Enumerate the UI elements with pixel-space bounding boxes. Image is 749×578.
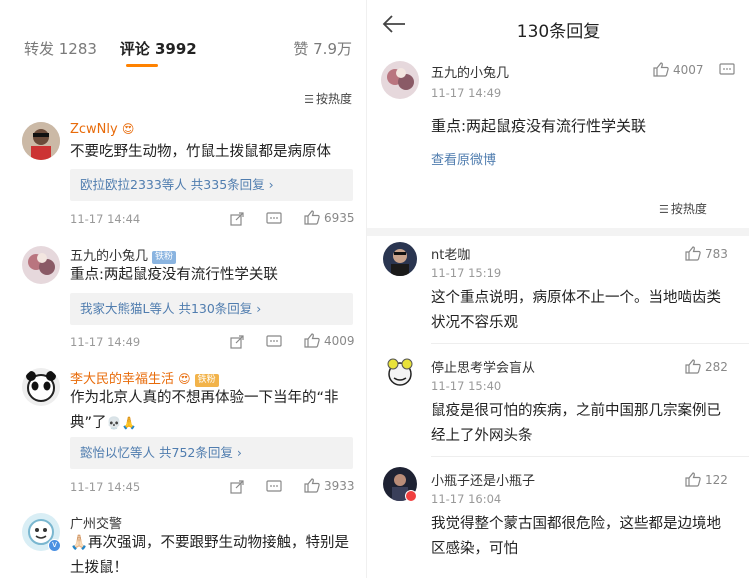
view-original-link[interactable]: 查看原微博 bbox=[431, 149, 496, 168]
reply-time: 11-17 15:40 bbox=[431, 379, 502, 393]
sort-icon: ☰ bbox=[659, 203, 669, 216]
thumbs-up-icon bbox=[685, 472, 701, 487]
replies-panel: 130条回复 五九的小兔几 11-17 14:49 4007 重点:两起鼠疫没有… bbox=[366, 0, 749, 578]
verified-badge-icon: v bbox=[48, 539, 61, 552]
like-button[interactable]: 3933 bbox=[304, 478, 355, 494]
chevron-right-icon: › bbox=[256, 301, 262, 316]
thumbs-up-icon bbox=[685, 246, 701, 261]
avatar-image bbox=[22, 122, 60, 160]
avatar[interactable] bbox=[383, 354, 417, 388]
comment-text: 重点:两起鼠疫没有流行性学关联 bbox=[70, 267, 278, 283]
heart-eyes-emoji-icon: 😍 bbox=[178, 372, 191, 386]
skull-emoji-icon: 💀 bbox=[106, 416, 122, 430]
reply-text: 鼠疫是很可怕的疾病，之前中国那几宗案例已 经上了外网头条 bbox=[431, 403, 721, 444]
share-button[interactable] bbox=[230, 479, 244, 495]
heart-eyes-emoji-icon: 😍 bbox=[121, 122, 135, 136]
comment-time: 11-17 14:44 bbox=[70, 212, 141, 226]
reply-username[interactable]: nt老咖 bbox=[431, 244, 470, 263]
thumbs-up-icon bbox=[304, 478, 320, 493]
tab-comments[interactable]: 评论 3992 bbox=[120, 38, 197, 59]
avatar-image bbox=[383, 354, 417, 388]
comment-time: 11-17 14:49 bbox=[431, 86, 502, 100]
comment-text: 不要吃野生动物，竹鼠土拨鼠都是病原体 bbox=[70, 144, 331, 160]
reply-username[interactable]: 停止思考学会盲从 bbox=[431, 357, 535, 376]
avatar[interactable] bbox=[22, 368, 60, 406]
thumbs-up-icon bbox=[653, 62, 669, 77]
reply-users-link[interactable]: 懿怡以忆等人 bbox=[80, 445, 155, 460]
like-button[interactable]: 6935 bbox=[304, 210, 355, 226]
tab-reposts[interactable]: 转发 1283 bbox=[24, 38, 97, 59]
avatar[interactable] bbox=[22, 122, 60, 160]
comment-button[interactable] bbox=[266, 211, 282, 227]
comment-tabs: 转发 1283 评论 3992 bbox=[24, 38, 215, 59]
chevron-right-icon: › bbox=[236, 445, 242, 460]
reply-users-link[interactable]: 欧拉欧拉2333等人 bbox=[80, 177, 187, 192]
comment-time: 11-17 14:49 bbox=[70, 335, 141, 349]
share-icon bbox=[230, 211, 244, 226]
avatar-image bbox=[381, 61, 419, 99]
reply-username[interactable]: 小瓶子还是小瓶子 bbox=[431, 470, 535, 489]
comments-panel: 转发 1283 评论 3992 赞 7.9万 ☰ 按热度 ZcwNly 😍 不要吃… bbox=[0, 0, 366, 578]
comment-time: 11-17 14:45 bbox=[70, 480, 141, 494]
avatar[interactable] bbox=[22, 246, 60, 284]
like-button[interactable]: 4007 bbox=[653, 62, 704, 78]
reply-count-link[interactable]: 共130条回复 bbox=[178, 301, 252, 316]
reply-separator bbox=[431, 343, 749, 344]
share-icon bbox=[230, 479, 244, 494]
reply-text: 这个重点说明，病原体不止一个。当地啮齿类 状况不容乐观 bbox=[431, 290, 721, 331]
avatar-image bbox=[383, 242, 417, 276]
comment-icon bbox=[719, 62, 735, 75]
reply-summary-box[interactable]: 我家大熊猫L等人 共130条回复 › bbox=[70, 293, 353, 325]
comment-icon bbox=[266, 334, 282, 347]
comment-icon bbox=[266, 211, 282, 224]
thumbs-up-icon bbox=[685, 359, 701, 374]
active-tab-indicator bbox=[126, 64, 158, 67]
comment-username[interactable]: 五九的小兔几 bbox=[431, 62, 509, 81]
share-icon bbox=[230, 334, 244, 349]
reply-time: 11-17 16:04 bbox=[431, 492, 502, 506]
sort-by-hot-button[interactable]: ☰ 按热度 bbox=[659, 200, 707, 217]
like-button[interactable]: 4009 bbox=[304, 333, 355, 349]
comment-text: 🙏🏻再次强调，不要跟野生动物接触，特别是 土拨鼠！ bbox=[70, 535, 350, 576]
share-button[interactable] bbox=[230, 334, 244, 350]
thumbs-up-icon bbox=[304, 210, 320, 225]
share-button[interactable] bbox=[230, 211, 244, 227]
reply-summary-box[interactable]: 欧拉欧拉2333等人 共335条回复 › bbox=[70, 169, 353, 201]
thumbs-up-icon bbox=[304, 333, 320, 348]
avatar[interactable] bbox=[381, 61, 419, 99]
reply-users-link[interactable]: 我家大熊猫L等人 bbox=[80, 301, 174, 316]
reply-count-link[interactable]: 共335条回复 bbox=[191, 177, 265, 192]
comment-username[interactable]: 李大民的幸福生活 😍 铁粉 bbox=[70, 368, 219, 387]
comment-text: 重点:两起鼠疫没有流行性学关联 bbox=[431, 117, 647, 135]
avatar-image bbox=[22, 246, 60, 284]
reply-count-link[interactable]: 共752条回复 bbox=[159, 445, 233, 460]
like-button[interactable]: 122 bbox=[685, 472, 728, 488]
reply-text: 我觉得整个蒙古国都很危险，这些都是边境地 区感染，可怕 bbox=[431, 516, 721, 557]
comment-username[interactable]: 广州交警 bbox=[70, 513, 122, 532]
page-title: 130条回复 bbox=[516, 22, 601, 42]
comment-username[interactable]: 五九的小兔几 铁粉 bbox=[70, 245, 177, 264]
chevron-right-icon: › bbox=[268, 177, 274, 192]
comment-button[interactable] bbox=[266, 479, 282, 495]
section-divider bbox=[367, 228, 749, 236]
reply-button[interactable] bbox=[719, 62, 735, 78]
comment-button[interactable] bbox=[266, 334, 282, 350]
sort-by-hot-button[interactable]: ☰ 按热度 bbox=[304, 90, 352, 107]
like-button[interactable]: 282 bbox=[685, 359, 728, 375]
reply-summary-box[interactable]: 懿怡以忆等人 共752条回复 › bbox=[70, 437, 353, 469]
comment-username[interactable]: ZcwNly 😍 bbox=[70, 122, 134, 137]
comment-text: 作为北京人真的不想再体验一下当年的“非 典”了💀🙏 bbox=[70, 390, 339, 431]
comment-icon bbox=[266, 479, 282, 492]
reply-time: 11-17 15:19 bbox=[431, 266, 502, 280]
sort-icon: ☰ bbox=[304, 93, 314, 106]
tab-likes[interactable]: 赞 7.9万 bbox=[293, 38, 352, 59]
avatar-image bbox=[22, 368, 60, 406]
like-button[interactable]: 783 bbox=[685, 246, 728, 262]
reply-separator bbox=[431, 456, 749, 457]
avatar[interactable] bbox=[383, 242, 417, 276]
praying-hands-emoji-icon: 🙏 bbox=[121, 416, 137, 430]
vip-badge-icon bbox=[405, 490, 417, 502]
